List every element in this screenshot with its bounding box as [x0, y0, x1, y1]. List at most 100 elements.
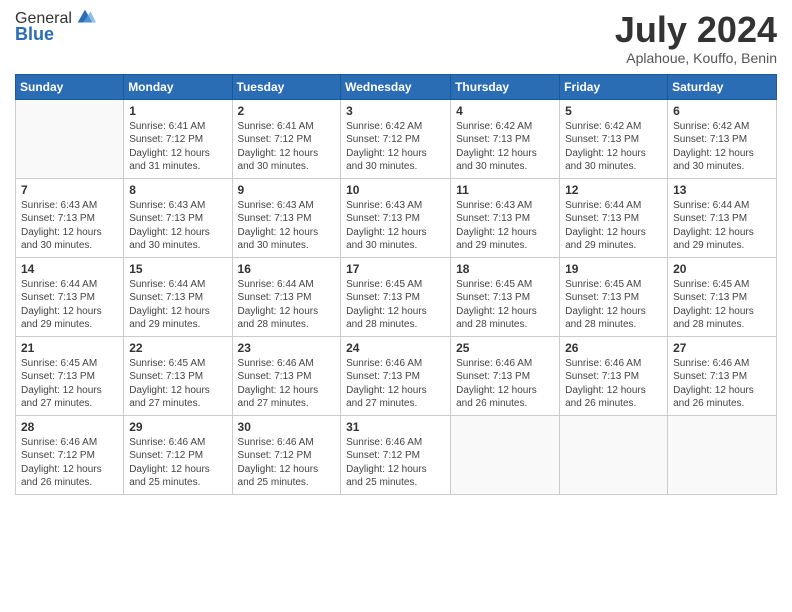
calendar-day-cell: [668, 415, 777, 494]
calendar-day-cell: 9 Sunrise: 6:43 AM Sunset: 7:13 PM Daylig…: [232, 178, 341, 257]
day-info: Sunrise: 6:43 AM Sunset: 7:13 PM Dayligh…: [238, 199, 336, 253]
day-info: Sunrise: 6:42 AM Sunset: 7:13 PM Dayligh…: [565, 120, 662, 174]
calendar-week-row: 7 Sunrise: 6:43 AM Sunset: 7:13 PM Daylig…: [16, 178, 777, 257]
calendar-day-header: Thursday: [451, 74, 560, 99]
day-info: Sunrise: 6:46 AM Sunset: 7:12 PM Dayligh…: [346, 436, 445, 490]
calendar-day-cell: 14Sunrise: 6:44 AM Sunset: 7:13 PM Dayli…: [16, 257, 124, 336]
calendar-day-cell: 6Sunrise: 6:42 AM Sunset: 7:13 PM Daylig…: [668, 99, 777, 178]
calendar-day-cell: 4 Sunrise: 6:42 AM Sunset: 7:13 PM Daylig…: [451, 99, 560, 178]
calendar-day-cell: 26 Sunrise: 6:46 AM Sunset: 7:13 PM Dayli…: [560, 336, 668, 415]
day-number: 31: [346, 420, 445, 434]
logo: General Blue: [15, 10, 96, 45]
calendar-day-cell: 22Sunrise: 6:45 AM Sunset: 7:13 PM Dayli…: [124, 336, 232, 415]
calendar-day-cell: 19Sunrise: 6:45 AM Sunset: 7:13 PM Dayli…: [560, 257, 668, 336]
location: Aplahoue, Kouffo, Benin: [615, 50, 777, 66]
month-title: July 2024: [615, 10, 777, 50]
calendar-day-cell: 27 Sunrise: 6:46 AM Sunset: 7:13 PM Dayli…: [668, 336, 777, 415]
calendar-day-header: Sunday: [16, 74, 124, 99]
day-number: 23: [238, 341, 336, 355]
calendar-day-cell: 29 Sunrise: 6:46 AM Sunset: 7:12 PM Dayli…: [124, 415, 232, 494]
day-number: 30: [238, 420, 336, 434]
day-info: Sunrise: 6:46 AM Sunset: 7:12 PM Dayligh…: [238, 436, 336, 490]
day-number: 19: [565, 262, 662, 276]
day-info: Sunrise: 6:46 AM Sunset: 7:12 PM Dayligh…: [129, 436, 226, 490]
calendar-day-cell: 5 Sunrise: 6:42 AM Sunset: 7:13 PM Daylig…: [560, 99, 668, 178]
day-info: Sunrise: 6:44 AM Sunset: 7:13 PM Dayligh…: [673, 199, 771, 253]
day-number: 26: [565, 341, 662, 355]
calendar-day-header: Saturday: [668, 74, 777, 99]
day-number: 17: [346, 262, 445, 276]
day-number: 1: [129, 104, 226, 118]
day-number: 13: [673, 183, 771, 197]
calendar-day-cell: 18Sunrise: 6:45 AM Sunset: 7:13 PM Dayli…: [451, 257, 560, 336]
calendar-table: SundayMondayTuesdayWednesdayThursdayFrid…: [15, 74, 777, 495]
day-number: 7: [21, 183, 118, 197]
calendar-day-cell: 25 Sunrise: 6:46 AM Sunset: 7:13 PM Dayli…: [451, 336, 560, 415]
calendar-day-cell: 23 Sunrise: 6:46 AM Sunset: 7:13 PM Dayli…: [232, 336, 341, 415]
day-number: 15: [129, 262, 226, 276]
day-number: 3: [346, 104, 445, 118]
calendar-day-header: Friday: [560, 74, 668, 99]
day-info: Sunrise: 6:46 AM Sunset: 7:13 PM Dayligh…: [673, 357, 771, 411]
day-number: 27: [673, 341, 771, 355]
calendar-day-cell: 31 Sunrise: 6:46 AM Sunset: 7:12 PM Dayli…: [341, 415, 451, 494]
calendar-day-cell: [16, 99, 124, 178]
day-info: Sunrise: 6:43 AM Sunset: 7:13 PM Dayligh…: [21, 199, 118, 253]
day-number: 8: [129, 183, 226, 197]
day-number: 14: [21, 262, 118, 276]
day-info: Sunrise: 6:44 AM Sunset: 7:13 PM Dayligh…: [129, 278, 226, 332]
calendar-day-header: Wednesday: [341, 74, 451, 99]
day-number: 9: [238, 183, 336, 197]
day-number: 25: [456, 341, 554, 355]
calendar-day-cell: 2 Sunrise: 6:41 AM Sunset: 7:12 PM Daylig…: [232, 99, 341, 178]
day-number: 29: [129, 420, 226, 434]
day-info: Sunrise: 6:42 AM Sunset: 7:13 PM Dayligh…: [673, 120, 771, 174]
calendar-day-cell: 21Sunrise: 6:45 AM Sunset: 7:13 PM Dayli…: [16, 336, 124, 415]
day-number: 11: [456, 183, 554, 197]
calendar-day-cell: 24 Sunrise: 6:46 AM Sunset: 7:13 PM Dayli…: [341, 336, 451, 415]
calendar-day-cell: 17 Sunrise: 6:45 AM Sunset: 7:13 PM Dayli…: [341, 257, 451, 336]
day-info: Sunrise: 6:41 AM Sunset: 7:12 PM Dayligh…: [238, 120, 336, 174]
calendar-day-header: Monday: [124, 74, 232, 99]
calendar-day-cell: [560, 415, 668, 494]
calendar-day-cell: 20Sunrise: 6:45 AM Sunset: 7:13 PM Dayli…: [668, 257, 777, 336]
title-block: July 2024 Aplahoue, Kouffo, Benin: [615, 10, 777, 66]
calendar-day-cell: 15 Sunrise: 6:44 AM Sunset: 7:13 PM Dayli…: [124, 257, 232, 336]
calendar-day-cell: 3 Sunrise: 6:42 AM Sunset: 7:12 PM Daylig…: [341, 99, 451, 178]
calendar-day-cell: 1 Sunrise: 6:41 AM Sunset: 7:12 PM Daylig…: [124, 99, 232, 178]
day-number: 2: [238, 104, 336, 118]
day-info: Sunrise: 6:43 AM Sunset: 7:13 PM Dayligh…: [456, 199, 554, 253]
day-info: Sunrise: 6:46 AM Sunset: 7:12 PM Dayligh…: [21, 436, 118, 490]
calendar-day-cell: 12 Sunrise: 6:44 AM Sunset: 7:13 PM Dayli…: [560, 178, 668, 257]
page: General Blue July 2024 Aplahoue, Kouffo,…: [0, 0, 792, 612]
day-info: Sunrise: 6:42 AM Sunset: 7:13 PM Dayligh…: [456, 120, 554, 174]
calendar-week-row: 1 Sunrise: 6:41 AM Sunset: 7:12 PM Daylig…: [16, 99, 777, 178]
calendar-day-cell: 28 Sunrise: 6:46 AM Sunset: 7:12 PM Dayli…: [16, 415, 124, 494]
header: General Blue July 2024 Aplahoue, Kouffo,…: [15, 10, 777, 66]
day-info: Sunrise: 6:42 AM Sunset: 7:12 PM Dayligh…: [346, 120, 445, 174]
day-info: Sunrise: 6:45 AM Sunset: 7:13 PM Dayligh…: [346, 278, 445, 332]
day-number: 16: [238, 262, 336, 276]
day-info: Sunrise: 6:45 AM Sunset: 7:13 PM Dayligh…: [456, 278, 554, 332]
day-number: 20: [673, 262, 771, 276]
calendar-day-cell: 13 Sunrise: 6:44 AM Sunset: 7:13 PM Dayli…: [668, 178, 777, 257]
day-number: 4: [456, 104, 554, 118]
day-info: Sunrise: 6:45 AM Sunset: 7:13 PM Dayligh…: [129, 357, 226, 411]
day-info: Sunrise: 6:44 AM Sunset: 7:13 PM Dayligh…: [238, 278, 336, 332]
day-number: 24: [346, 341, 445, 355]
day-number: 28: [21, 420, 118, 434]
day-number: 5: [565, 104, 662, 118]
day-info: Sunrise: 6:46 AM Sunset: 7:13 PM Dayligh…: [565, 357, 662, 411]
day-info: Sunrise: 6:45 AM Sunset: 7:13 PM Dayligh…: [21, 357, 118, 411]
day-info: Sunrise: 6:46 AM Sunset: 7:13 PM Dayligh…: [346, 357, 445, 411]
day-info: Sunrise: 6:43 AM Sunset: 7:13 PM Dayligh…: [346, 199, 445, 253]
calendar-day-cell: 7 Sunrise: 6:43 AM Sunset: 7:13 PM Daylig…: [16, 178, 124, 257]
day-info: Sunrise: 6:46 AM Sunset: 7:13 PM Dayligh…: [238, 357, 336, 411]
day-number: 12: [565, 183, 662, 197]
calendar-day-cell: [451, 415, 560, 494]
day-info: Sunrise: 6:44 AM Sunset: 7:13 PM Dayligh…: [565, 199, 662, 253]
day-info: Sunrise: 6:41 AM Sunset: 7:12 PM Dayligh…: [129, 120, 226, 174]
logo-icon: [74, 6, 96, 28]
day-info: Sunrise: 6:46 AM Sunset: 7:13 PM Dayligh…: [456, 357, 554, 411]
calendar-week-row: 21Sunrise: 6:45 AM Sunset: 7:13 PM Dayli…: [16, 336, 777, 415]
